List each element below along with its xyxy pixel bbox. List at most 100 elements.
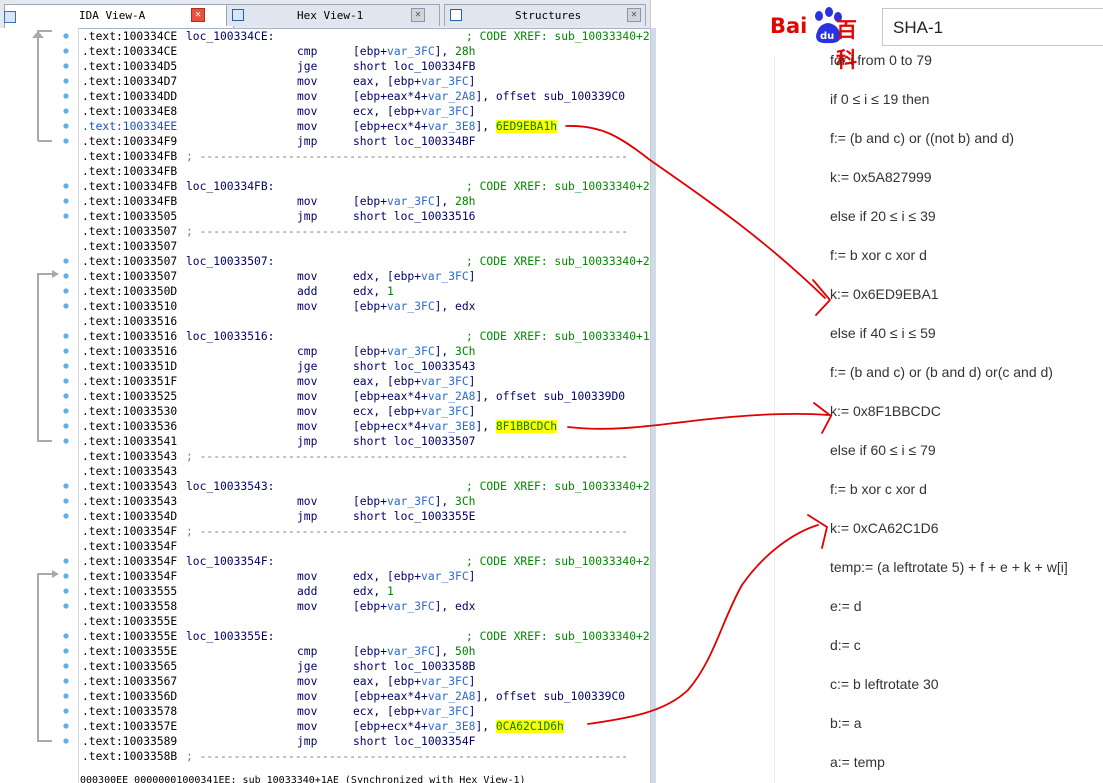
code-xref-comment[interactable]: ; CODE XREF: sub_10033340+2 xyxy=(466,479,650,494)
stack-variable[interactable]: var_2A8 xyxy=(428,90,476,103)
flow-dot xyxy=(63,498,69,504)
code-line[interactable]: .text:1003354D jmp short loc_1003355E xyxy=(80,509,650,524)
stack-variable[interactable]: var_3FC xyxy=(421,405,469,418)
code-line[interactable]: .text:10033543 ; ------------------------… xyxy=(80,449,650,464)
code-line[interactable]: .text:10033507 ; ------------------------… xyxy=(80,224,650,239)
code-line[interactable]: .text:1003354F xyxy=(80,539,650,554)
tab-ida-view-a[interactable]: IDA View-A ✕ xyxy=(4,4,234,28)
code-label[interactable]: loc_100334FB: xyxy=(186,179,274,194)
code-label[interactable]: loc_100334CE: xyxy=(186,29,274,44)
code-line[interactable]: .text:10033536 mov [ebp+ecx*4+var_3E8], 8F… xyxy=(80,419,650,434)
code-line[interactable]: .text:100334D5 jge short loc_100334FB xyxy=(80,59,650,74)
code-line[interactable]: .text:10033567 mov eax, [ebp+var_3FC] xyxy=(80,674,650,689)
code-line[interactable]: .text:1003355E loc_1003355E: ; CODE XREF: … xyxy=(80,629,650,644)
flow-dot xyxy=(63,213,69,219)
operand-text: ecx, [ebp+ xyxy=(353,105,422,118)
vertical-scrollbar[interactable] xyxy=(651,28,656,783)
code-line[interactable]: .text:10033543 loc_10033543: ; CODE XREF: … xyxy=(80,479,650,494)
code-line[interactable]: .text:10033543 mov [ebp+var_3FC], 3Ch xyxy=(80,494,650,509)
code-xref-comment[interactable]: ; CODE XREF: sub_10033340+2 xyxy=(466,29,650,44)
stack-variable[interactable]: var_3FC xyxy=(387,345,435,358)
code-label[interactable]: loc_1003355E: xyxy=(186,629,274,644)
code-line[interactable]: .text:10033516 cmp [ebp+var_3FC], 3Ch xyxy=(80,344,650,359)
code-label[interactable]: loc_10033507: xyxy=(186,254,274,269)
tab-structures[interactable]: Structures ✕ xyxy=(444,4,646,26)
stack-variable[interactable]: var_3FC xyxy=(421,375,469,388)
code-line[interactable]: .text:10033555 add edx, 1 xyxy=(80,584,650,599)
code-line[interactable]: .text:1003355E cmp [ebp+var_3FC], 50h xyxy=(80,644,650,659)
close-icon[interactable]: ✕ xyxy=(627,8,641,22)
stack-variable[interactable]: var_3E8 xyxy=(428,720,476,733)
code-line[interactable]: .text:100334D7 mov eax, [ebp+var_3FC] xyxy=(80,74,650,89)
code-xref-comment[interactable]: ; CODE XREF: sub_10033340+2 xyxy=(466,629,650,644)
code-line[interactable]: .text:100334CE loc_100334CE: ; CODE XREF: … xyxy=(80,29,650,44)
code-label[interactable]: loc_10033516: xyxy=(186,329,274,344)
code-line[interactable]: .text:100334DD mov [ebp+eax*4+var_2A8], of… xyxy=(80,89,650,104)
code-line[interactable]: .text:10033516 loc_10033516: ; CODE XREF: … xyxy=(80,329,650,344)
code-line[interactable]: .text:100334CE cmp [ebp+var_3FC], 28h xyxy=(80,44,650,59)
code-line[interactable]: .text:10033530 mov ecx, [ebp+var_3FC] xyxy=(80,404,650,419)
code-label[interactable]: loc_10033543: xyxy=(186,479,274,494)
close-icon[interactable]: ✕ xyxy=(411,8,425,22)
code-line[interactable]: .text:1003351D jge short loc_10033543 xyxy=(80,359,650,374)
stack-variable[interactable]: var_3FC xyxy=(421,675,469,688)
code-line[interactable]: .text:10033558 mov [ebp+var_3FC], edx xyxy=(80,599,650,614)
code-line[interactable]: .text:100334EE mov [ebp+ecx*4+var_3E8], 6E… xyxy=(80,119,650,134)
stack-variable[interactable]: var_3FC xyxy=(387,645,435,658)
code-line[interactable]: .text:100334F9 jmp short loc_100334BF xyxy=(80,134,650,149)
code-line[interactable]: .text:10033541 jmp short loc_10033507 xyxy=(80,434,650,449)
code-label[interactable]: loc_1003354F: xyxy=(186,554,274,569)
code-line[interactable]: .text:1003354F ; ------------------------… xyxy=(80,524,650,539)
code-line[interactable]: .text:1003354F mov edx, [ebp+var_3FC] xyxy=(80,569,650,584)
code-line[interactable]: .text:10033525 mov [ebp+eax*4+var_2A8], of… xyxy=(80,389,650,404)
code-line[interactable]: .text:100334FB mov [ebp+var_3FC], 28h xyxy=(80,194,650,209)
code-line[interactable]: .text:100334FB xyxy=(80,164,650,179)
code-line[interactable]: .text:1003351F mov eax, [ebp+var_3FC] xyxy=(80,374,650,389)
stack-variable[interactable]: var_3FC xyxy=(421,570,469,583)
tab-hex-view-1[interactable]: Hex View-1 ✕ xyxy=(226,4,440,26)
code-line[interactable]: .text:10033505 jmp short loc_10033516 xyxy=(80,209,650,224)
highlighted-constant[interactable]: 8F1BBCDCh xyxy=(495,420,558,433)
stack-variable[interactable]: var_3FC xyxy=(421,270,469,283)
code-line[interactable]: .text:1003354F loc_1003354F: ; CODE XREF: … xyxy=(80,554,650,569)
stack-variable[interactable]: var_2A8 xyxy=(428,390,476,403)
stack-variable[interactable]: var_3FC xyxy=(421,75,469,88)
code-xref-comment[interactable]: ; CODE XREF: sub_10033340+2 xyxy=(466,179,650,194)
code-line[interactable]: .text:10033543 xyxy=(80,464,650,479)
code-line[interactable]: .text:1003356D mov [ebp+eax*4+var_2A8], of… xyxy=(80,689,650,704)
code-xref-comment[interactable]: ; CODE XREF: sub_10033340+2 xyxy=(466,554,650,569)
stack-variable[interactable]: var_3FC xyxy=(387,45,435,58)
code-line[interactable]: .text:1003358B ; ------------------------… xyxy=(80,749,650,764)
stack-variable[interactable]: var_3FC xyxy=(421,705,469,718)
highlighted-constant[interactable]: 0CA62C1D6h xyxy=(495,720,564,733)
code-line[interactable]: .text:10033516 xyxy=(80,314,650,329)
stack-variable[interactable]: var_3E8 xyxy=(428,420,476,433)
search-input[interactable]: SHA-1 xyxy=(882,8,1103,46)
code-line[interactable]: .text:10033507 mov edx, [ebp+var_3FC] xyxy=(80,269,650,284)
code-line[interactable]: .text:100334FB ; ------------------------… xyxy=(80,149,650,164)
highlighted-constant[interactable]: 6ED9EBA1h xyxy=(495,120,558,133)
stack-variable[interactable]: var_3FC xyxy=(387,495,435,508)
disassembly-listing[interactable]: .text:100334CE loc_100334CE: ; CODE XREF: … xyxy=(80,29,650,764)
code-xref-comment[interactable]: ; CODE XREF: sub_10033340+2 xyxy=(466,254,650,269)
stack-variable[interactable]: var_3FC xyxy=(387,195,435,208)
code-xref-comment[interactable]: ; CODE XREF: sub_10033340+1 xyxy=(466,329,650,344)
code-line[interactable]: .text:100334FB loc_100334FB: ; CODE XREF: … xyxy=(80,179,650,194)
code-line[interactable]: .text:10033507 xyxy=(80,239,650,254)
code-line[interactable]: .text:100334E8 mov ecx, [ebp+var_3FC] xyxy=(80,104,650,119)
stack-variable[interactable]: var_3FC xyxy=(421,105,469,118)
code-line[interactable]: .text:1003357E mov [ebp+ecx*4+var_3E8], 0C… xyxy=(80,719,650,734)
stack-variable[interactable]: var_2A8 xyxy=(428,690,476,703)
code-line[interactable]: .text:10033507 loc_10033507: ; CODE XREF: … xyxy=(80,254,650,269)
code-line[interactable]: .text:10033578 mov ecx, [ebp+var_3FC] xyxy=(80,704,650,719)
code-line[interactable]: .text:1003350D add edx, 1 xyxy=(80,284,650,299)
code-line[interactable]: .text:10033589 jmp short loc_1003354F xyxy=(80,734,650,749)
code-line[interactable]: .text:1003355E xyxy=(80,614,650,629)
stack-variable[interactable]: var_3FC xyxy=(387,300,435,313)
pseudocode-line: for i from 0 to 79 xyxy=(830,52,932,68)
code-line[interactable]: .text:10033510 mov [ebp+var_3FC], edx xyxy=(80,299,650,314)
stack-variable[interactable]: var_3E8 xyxy=(428,120,476,133)
code-line[interactable]: .text:10033565 jge short loc_1003358B xyxy=(80,659,650,674)
close-icon[interactable]: ✕ xyxy=(191,8,205,22)
stack-variable[interactable]: var_3FC xyxy=(387,600,435,613)
